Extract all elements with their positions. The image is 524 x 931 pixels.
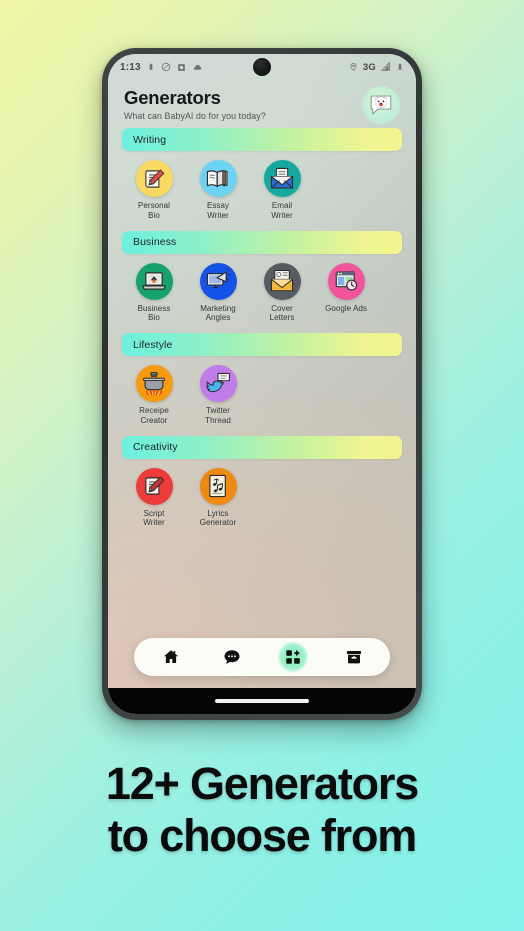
generator-label: Receipe Creator	[139, 406, 169, 425]
do-not-disturb-icon	[161, 62, 171, 72]
category-header-writing[interactable]: Writing	[122, 128, 402, 151]
envelope-document-icon	[263, 160, 301, 197]
script-pencil-icon	[135, 467, 173, 505]
category-header-creativity[interactable]: Creativity	[122, 435, 402, 459]
category-label: Lifestyle	[133, 338, 173, 351]
nav-item-archive[interactable]	[337, 642, 371, 672]
generator-label: Marketing Angles	[200, 303, 236, 323]
generator-receipe-creator[interactable]: Receipe Creator	[122, 365, 186, 426]
grid-icon	[285, 649, 300, 664]
babyai-logo-icon	[370, 95, 392, 115]
laptop-icon	[135, 262, 173, 300]
generator-twitter-thread[interactable]: Twitter Thread	[186, 365, 250, 426]
camera-punch-hole	[253, 58, 271, 76]
generator-personal-bio[interactable]: Personal Bio	[122, 160, 186, 221]
phone-mockup: 1:13 3G Generators What can BabyAI do fo…	[102, 48, 422, 720]
music-sheet-icon	[199, 467, 237, 505]
generator-marketing-angles[interactable]: Marketing Angles	[186, 262, 250, 324]
category-header-lifestyle[interactable]: Lifestyle	[122, 333, 402, 356]
sd-card-icon	[177, 63, 186, 72]
cloud-icon	[192, 63, 203, 72]
bottom-nav-zone	[108, 638, 416, 688]
generator-row-creativity: Script Writer Lyrics Generator	[122, 467, 402, 529]
generator-row-writing: Personal Bio Essay Writer Email Writer	[122, 160, 402, 221]
generator-row-business: Business Bio Marketing Angles Cover Lett…	[122, 262, 402, 324]
open-book-pencil-icon	[199, 160, 237, 197]
generator-script-writer[interactable]: Script Writer	[122, 467, 186, 529]
caption-line-1: 12+ Generators	[105, 758, 419, 809]
generator-lyrics-generator[interactable]: Lyrics Generator	[186, 467, 250, 529]
category-label: Creativity	[133, 441, 178, 453]
generator-essay-writer[interactable]: Essay Writer	[186, 160, 250, 221]
generator-business-bio[interactable]: Business Bio	[122, 262, 186, 324]
phone-screen: 1:13 3G Generators What can BabyAI do fo…	[108, 54, 416, 714]
page-title: Generators	[124, 87, 221, 108]
generator-label: Script Writer	[143, 508, 165, 528]
generator-label: Personal Bio	[138, 201, 170, 220]
generator-label: Cover Letters	[269, 303, 295, 323]
generator-google-ads[interactable]: Google Ads	[314, 262, 378, 324]
category-header-business[interactable]: Business	[122, 230, 402, 254]
generator-label: Email Writer	[271, 201, 293, 220]
browser-clock-icon	[327, 262, 365, 300]
nav-item-generators[interactable]	[276, 642, 310, 672]
gesture-bar[interactable]	[215, 699, 309, 703]
gesture-nav-area	[108, 688, 416, 714]
generator-label: Lyrics Generator	[199, 508, 237, 528]
cooking-pot-icon	[135, 365, 173, 402]
category-label: Business	[133, 236, 177, 248]
phone-frame: 1:13 3G Generators What can BabyAI do fo…	[102, 48, 422, 720]
status-bar: 1:13 3G	[108, 54, 416, 80]
generator-label: Essay Writer	[206, 201, 230, 220]
generator-label: Business Bio	[137, 303, 171, 323]
nav-item-chat[interactable]	[215, 642, 249, 672]
generator-row-lifestyle: Receipe Creator Twitter Thread	[122, 365, 402, 426]
home-icon	[163, 650, 178, 663]
battery-icon	[147, 62, 155, 73]
generators-list[interactable]: Writing Personal Bio Essay Writer Email …	[108, 128, 416, 638]
archive-box-icon	[346, 651, 361, 664]
category-label: Writing	[133, 133, 167, 146]
network-type: 3G	[362, 61, 376, 73]
app-header: Generators What can BabyAI do for you to…	[108, 80, 416, 128]
monitor-megaphone-icon	[199, 262, 237, 300]
signal-bars-icon	[381, 62, 391, 72]
battery-icon	[396, 62, 404, 73]
envelope-letter-icon	[263, 262, 301, 300]
generator-label: Google Ads	[325, 303, 367, 313]
promo-caption: 12+ Generators to choose from	[0, 758, 524, 862]
caption-line-2: to choose from	[107, 810, 417, 862]
status-time: 1:13	[120, 61, 141, 73]
page-subtitle: What can BabyAI do for you today?	[124, 111, 266, 122]
generator-email-writer[interactable]: Email Writer	[250, 160, 314, 221]
scroll-pencil-icon	[135, 160, 173, 197]
bottom-navigation-bar[interactable]	[134, 638, 390, 676]
nav-item-home[interactable]	[154, 642, 188, 672]
location-pin-icon	[349, 62, 358, 72]
chat-bubble-icon	[224, 650, 239, 664]
avatar[interactable]	[362, 86, 400, 124]
twitter-bird-icon	[199, 365, 237, 402]
generator-label: Twitter Thread	[205, 406, 231, 425]
generator-cover-letters[interactable]: Cover Letters	[250, 262, 314, 324]
